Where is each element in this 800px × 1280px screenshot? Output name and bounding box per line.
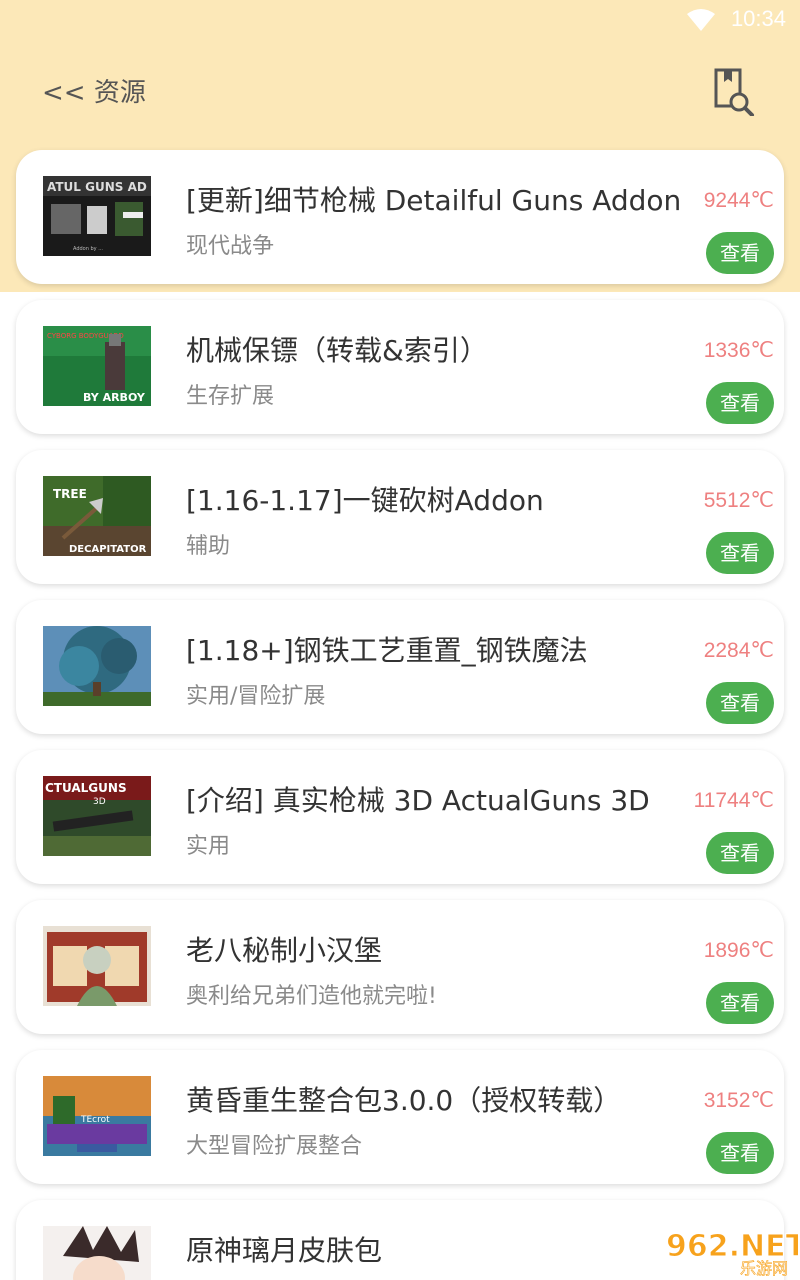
thumb-caption: BY ARBOY [83, 391, 146, 404]
item-thumbnail: ATUL GUNS AD Addon by ... [43, 176, 151, 256]
thumb-caption-bottom: DECAPITATOR [69, 544, 147, 555]
item-thumbnail: TREE DECAPITATOR [43, 476, 151, 556]
search-resource-icon[interactable] [710, 66, 756, 116]
item-temperature: 1896℃ [703, 939, 774, 962]
list-item[interactable]: CYBORG BODYGUARD BY ARBOY 机械保镖（转载&索引） 生存… [16, 300, 784, 434]
item-category: 辅助 [186, 534, 231, 559]
list-item[interactable]: 老八秘制小汉堡 奥利给兄弟们造他就完啦! 1896℃ 查看 [16, 900, 784, 1034]
item-title: 黄昏重生整合包3.0.0（授权转载） [186, 1084, 622, 1117]
thumb-caption-top: TREE [53, 487, 87, 501]
view-button[interactable]: 查看 [706, 382, 774, 424]
view-button[interactable]: 查看 [706, 1132, 774, 1174]
item-thumbnail [43, 1226, 151, 1280]
item-thumbnail: TEcrot [43, 1076, 151, 1156]
item-title: 老八秘制小汉堡 [186, 934, 383, 967]
view-button[interactable]: 查看 [706, 832, 774, 874]
item-category: 大型冒险扩展整合 [186, 1134, 363, 1159]
item-title: 原神璃月皮肤包 [186, 1234, 383, 1267]
item-category: 现代战争 [186, 234, 275, 259]
list-item[interactable]: TREE DECAPITATOR [1.16-1.17]一键砍树Addon 辅助… [16, 450, 784, 584]
list-item[interactable]: [1.18+]钢铁工艺重置_钢铁魔法 实用/冒险扩展 2284℃ 查看 [16, 600, 784, 734]
view-button[interactable]: 查看 [706, 532, 774, 574]
item-thumbnail [43, 626, 151, 706]
item-title: [介绍] 真实枪械 3D ActualGuns 3D [186, 784, 650, 817]
thumb-caption: 3D [93, 797, 106, 807]
view-button[interactable]: 查看 [706, 982, 774, 1024]
status-time: 10:34 [730, 6, 786, 31]
item-temperature: 5512℃ [703, 489, 774, 512]
svg-text:CTUALGUNS: CTUALGUNS [45, 781, 127, 795]
list-item[interactable]: ATUL GUNS AD Addon by ... [更新]细节枪械 Detai… [16, 150, 784, 284]
thumb-caption: Addon by ... [73, 246, 103, 252]
back-button[interactable]: << 资源 [42, 72, 146, 109]
item-temperature: 11744℃ [693, 789, 774, 812]
item-temperature: 2284℃ [703, 639, 774, 662]
item-title: [1.18+]钢铁工艺重置_钢铁魔法 [186, 634, 588, 667]
item-category: 生存扩展 [186, 384, 275, 409]
wifi-icon [687, 9, 715, 31]
item-title: [更新]细节枪械 Detailful Guns Addon [186, 184, 682, 217]
view-button[interactable]: 查看 [706, 232, 774, 274]
watermark-logo: 962.NET 乐游网 [666, 1229, 799, 1279]
item-category: 实用/冒险扩展 [186, 684, 326, 709]
view-button[interactable]: 查看 [706, 682, 774, 724]
watermark-sub: 乐游网 [740, 1259, 788, 1278]
item-category: 实用 [186, 834, 231, 859]
svg-text:ATUL GUNS AD: ATUL GUNS AD [47, 180, 147, 194]
item-thumbnail: CTUALGUNS 3D [43, 776, 151, 856]
item-temperature: 3152℃ [703, 1089, 774, 1112]
item-title: [1.16-1.17]一键砍树Addon [186, 484, 544, 517]
item-category: 奥利给兄弟们造他就完啦! [186, 984, 437, 1009]
item-thumbnail [43, 926, 151, 1006]
item-temperature: 1336℃ [703, 339, 774, 362]
list-item[interactable]: CTUALGUNS 3D [介绍] 真实枪械 3D ActualGuns 3D … [16, 750, 784, 884]
status-bar: 10:34 [0, 0, 800, 42]
item-thumbnail: CYBORG BODYGUARD BY ARBOY [43, 326, 151, 406]
item-temperature: 9244℃ [703, 189, 774, 212]
thumb-caption: TEcrot [80, 1115, 110, 1125]
list-item[interactable]: TEcrot 黄昏重生整合包3.0.0（授权转载） 大型冒险扩展整合 3152℃… [16, 1050, 784, 1184]
item-title: 机械保镖（转载&索引） [186, 334, 488, 367]
